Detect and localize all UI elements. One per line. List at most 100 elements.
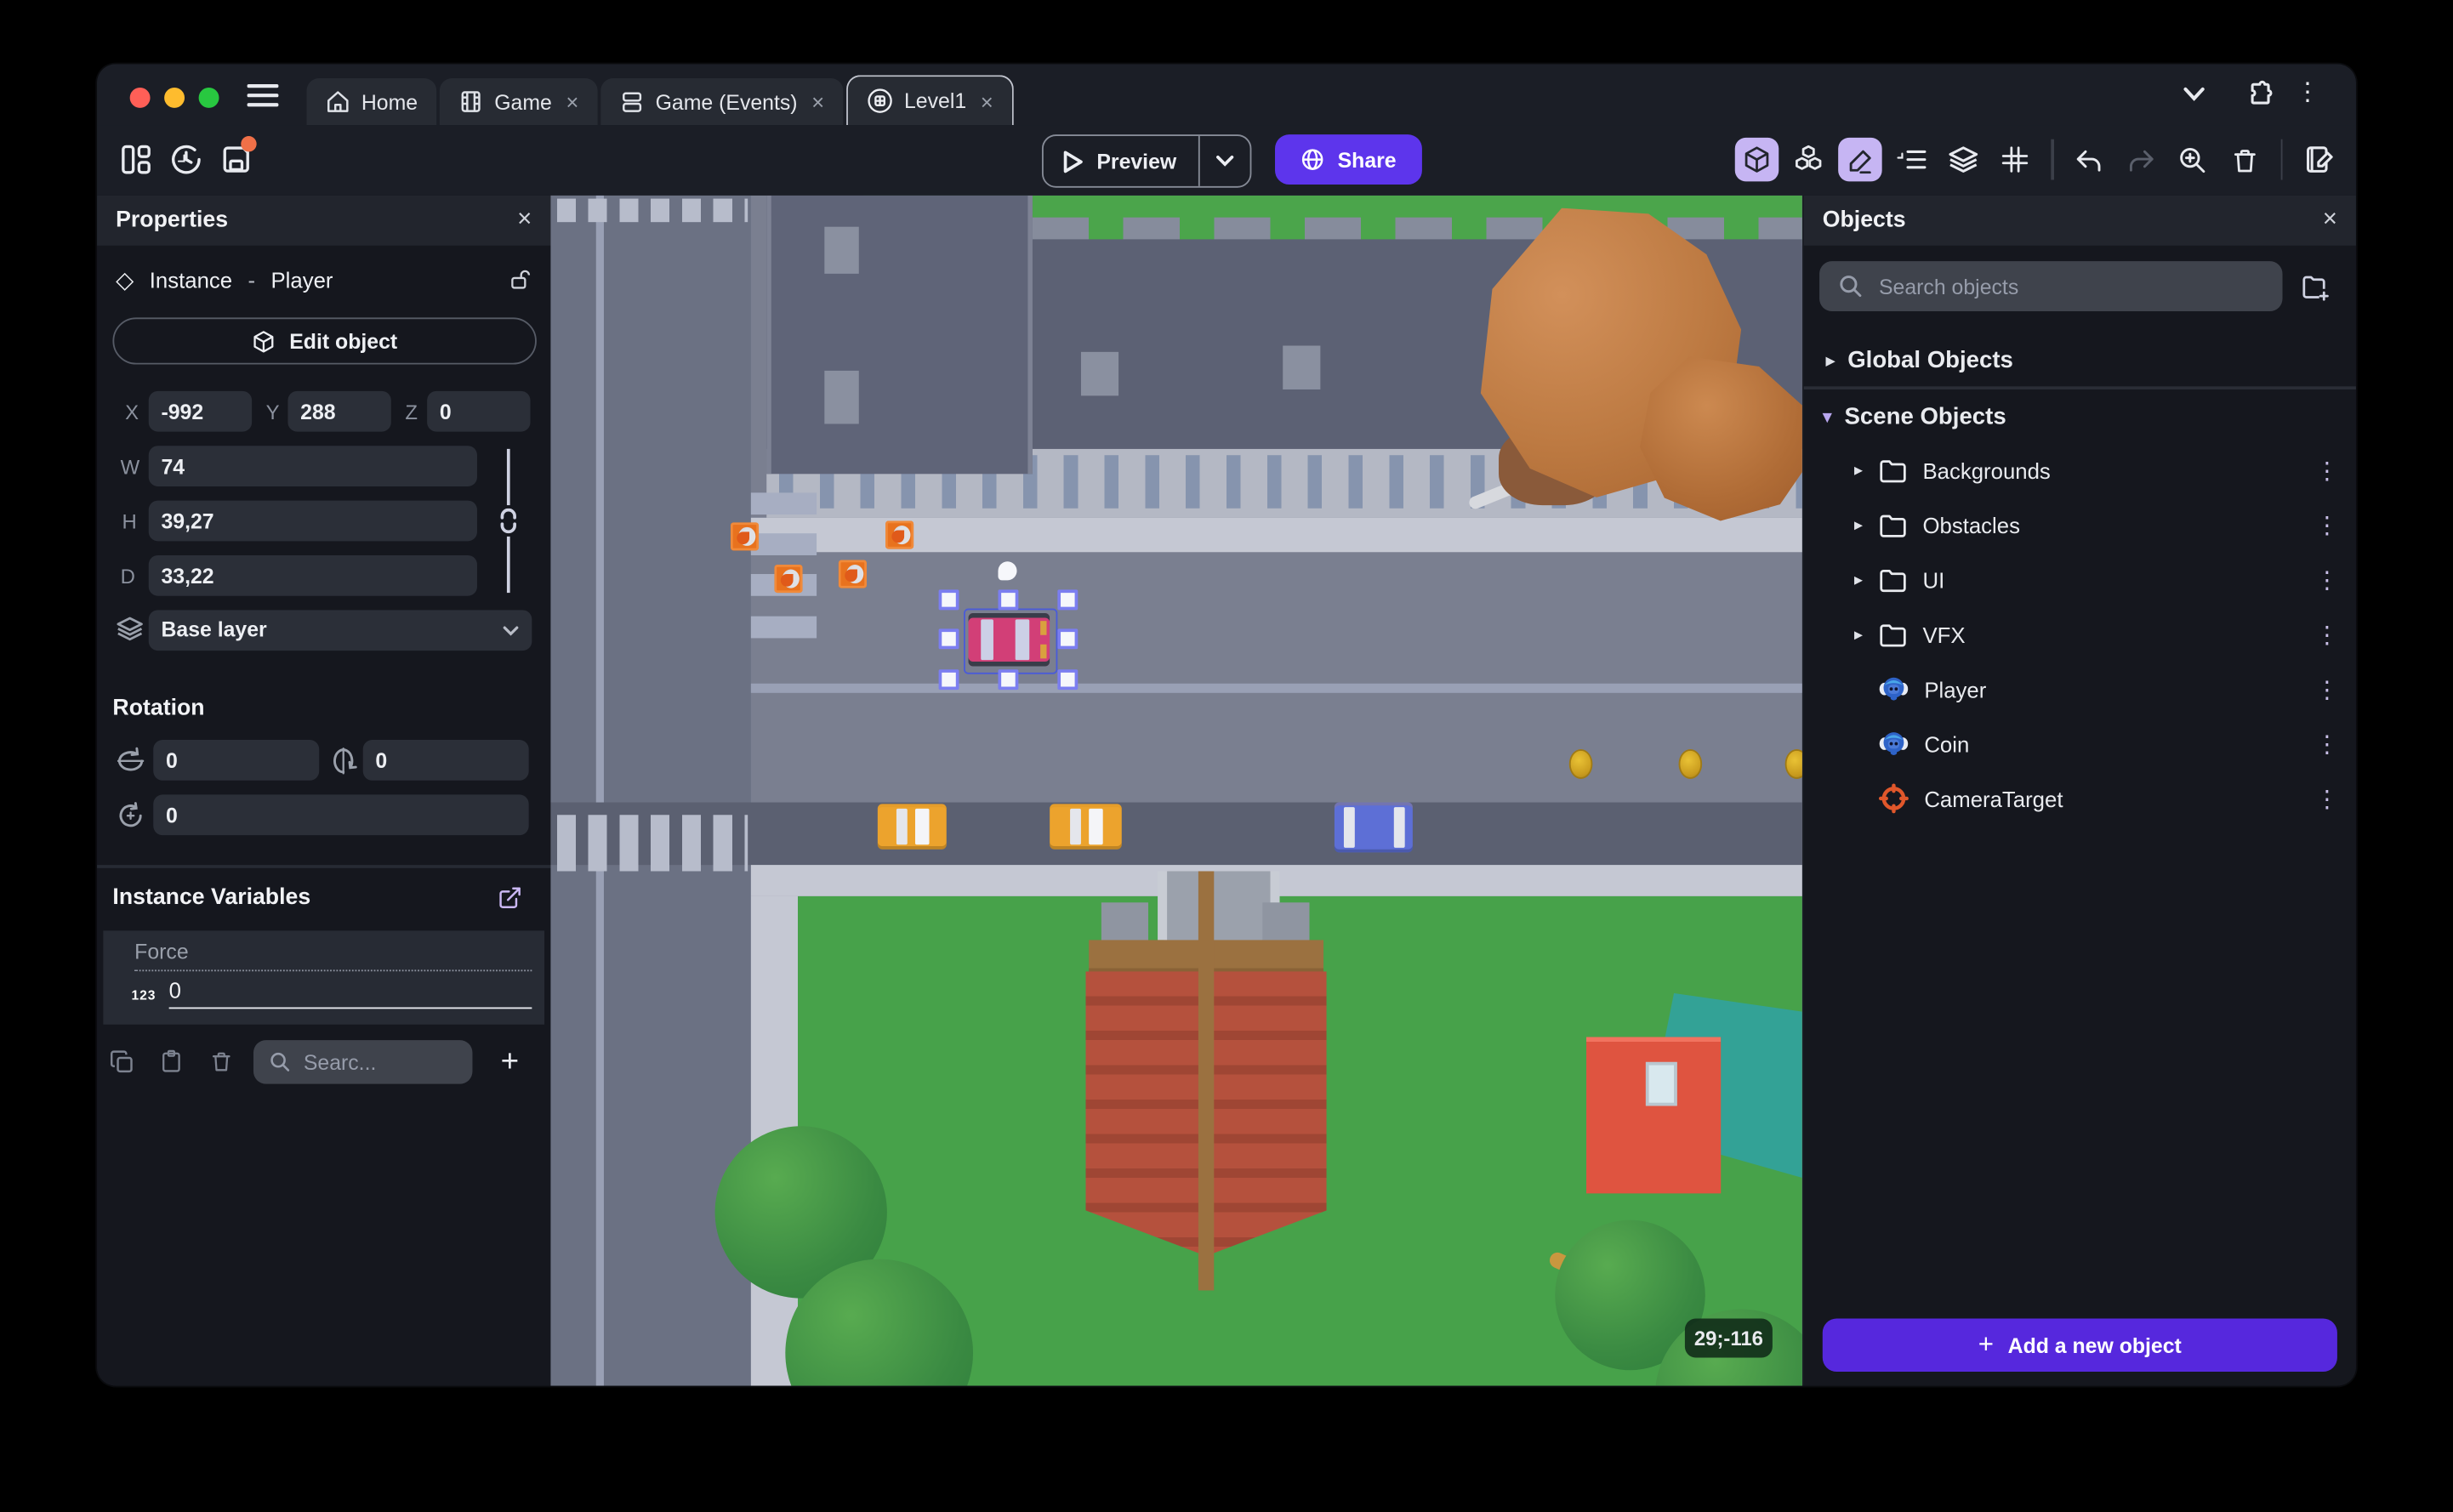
z-input[interactable]	[427, 390, 531, 432]
paste-variable-icon[interactable]	[160, 1048, 184, 1074]
object-row-coin[interactable]: Coin ⋮	[1804, 716, 2356, 770]
d-input[interactable]	[148, 554, 477, 596]
preview-button[interactable]: Preview	[1041, 134, 1252, 188]
window-kebab-menu-icon[interactable]: ⋮	[2295, 77, 2321, 108]
tab-game-events[interactable]: Game (Events) ×	[600, 77, 844, 126]
resize-handle[interactable]	[1057, 589, 1079, 611]
pickup-box-instance[interactable]	[838, 560, 867, 588]
redo-icon[interactable]	[2119, 138, 2163, 182]
resize-handle[interactable]	[938, 589, 959, 611]
object-menu-icon[interactable]: ⋮	[2315, 730, 2340, 758]
version-history-icon[interactable]	[169, 142, 203, 176]
group-scene-objects[interactable]: ▾ Scene Objects	[1804, 389, 2356, 444]
pickup-box-instance[interactable]	[774, 564, 803, 594]
delete-variable-icon[interactable]	[209, 1048, 233, 1074]
rotation-z-input[interactable]	[153, 794, 529, 836]
tab-level1[interactable]: Level1 ×	[845, 75, 1014, 126]
variable-row[interactable]: Force 123 0	[103, 930, 545, 1025]
close-tab-icon[interactable]: ×	[811, 89, 824, 114]
folder-row-vfx[interactable]: ▸ VFX ⋮	[1804, 607, 2356, 662]
autumn-tree-instance[interactable]	[1436, 207, 1802, 521]
object-row-cameratarget[interactable]: CameraTarget ⋮	[1804, 771, 2356, 826]
resize-handle[interactable]	[938, 628, 959, 650]
tower-gray-top[interactable]	[1164, 871, 1274, 946]
open-variables-external-icon[interactable]	[498, 885, 522, 910]
coin-instance[interactable]	[1784, 749, 1802, 779]
preview-options-dropdown[interactable]	[1198, 136, 1250, 186]
main-menu-icon[interactable]	[247, 82, 279, 107]
close-window-button[interactable]	[129, 88, 151, 108]
taxi-instance[interactable]	[1050, 804, 1122, 850]
close-properties-icon[interactable]: ×	[517, 207, 532, 235]
taxi-instance[interactable]	[877, 804, 947, 850]
folder-menu-icon[interactable]: ⋮	[2315, 566, 2340, 594]
scene-properties-icon[interactable]	[2296, 138, 2341, 182]
resize-handle[interactable]	[998, 589, 1019, 611]
extensions-puzzle-icon[interactable]	[2245, 78, 2274, 108]
add-folder-icon[interactable]	[2300, 274, 2330, 302]
x-input[interactable]	[148, 390, 253, 432]
undo-icon[interactable]	[2068, 138, 2112, 182]
rotate-handle[interactable]	[998, 561, 1017, 581]
variables-search[interactable]	[253, 1040, 473, 1084]
zoom-in-icon[interactable]	[2171, 138, 2215, 182]
layers-icon[interactable]	[1942, 138, 1986, 182]
view-3d-toggle-icon[interactable]	[1734, 137, 1779, 182]
variable-value-input[interactable]: 0	[168, 978, 532, 1009]
close-tab-icon[interactable]: ×	[981, 88, 993, 113]
delete-icon[interactable]	[2222, 138, 2267, 182]
building-roof-left[interactable]	[766, 195, 1033, 475]
resize-handle[interactable]	[1057, 628, 1079, 650]
edit-pencil-icon[interactable]	[1838, 137, 1882, 182]
objects-search[interactable]	[1819, 261, 2283, 312]
link-dimensions-icon[interactable]	[496, 508, 521, 534]
w-input[interactable]	[148, 446, 477, 487]
instances-list-icon[interactable]	[1890, 138, 1934, 182]
zoom-window-button[interactable]	[198, 88, 219, 108]
add-new-object-button[interactable]: + Add a new object	[1822, 1318, 2337, 1373]
folder-row-backgrounds[interactable]: ▸ Backgrounds ⋮	[1804, 443, 2356, 497]
object-row-player[interactable]: Player ⋮	[1804, 662, 2356, 716]
folder-row-ui[interactable]: ▸ UI ⋮	[1804, 552, 2356, 606]
blue-car-instance[interactable]	[1334, 802, 1413, 853]
grid-icon[interactable]	[1993, 138, 2037, 182]
resize-handle[interactable]	[1057, 669, 1079, 691]
folder-row-obstacles[interactable]: ▸ Obstacles ⋮	[1804, 497, 2356, 552]
coin-instance[interactable]	[1678, 749, 1703, 779]
minimize-window-button[interactable]	[164, 88, 185, 108]
edit-object-button[interactable]: Edit object	[112, 317, 537, 365]
unlock-icon[interactable]	[509, 268, 532, 293]
tab-game[interactable]: Game ×	[439, 77, 598, 126]
save-icon[interactable]	[219, 136, 257, 176]
rotation-y-input[interactable]	[362, 739, 529, 781]
red-building-wall[interactable]	[1586, 1037, 1722, 1194]
tab-home[interactable]: Home	[306, 77, 437, 126]
window-chevron-down-icon[interactable]	[2183, 86, 2206, 101]
group-global-objects[interactable]: ▸ Global Objects	[1804, 333, 2356, 388]
scene-canvas[interactable]: 29;-116	[550, 195, 1802, 1386]
object-menu-icon[interactable]: ⋮	[2315, 675, 2340, 702]
pickup-box-instance[interactable]	[885, 520, 914, 549]
folder-menu-icon[interactable]: ⋮	[2315, 511, 2340, 538]
resize-handle[interactable]	[998, 669, 1019, 691]
object-menu-icon[interactable]: ⋮	[2315, 784, 2340, 812]
close-tab-icon[interactable]: ×	[566, 89, 578, 114]
resize-handle[interactable]	[938, 669, 959, 691]
folder-menu-icon[interactable]: ⋮	[2315, 620, 2340, 648]
y-input[interactable]	[287, 390, 391, 432]
objects-search-input[interactable]	[1819, 261, 2283, 312]
rotation-x-input[interactable]	[153, 739, 320, 781]
h-input[interactable]	[148, 500, 477, 542]
coin-instance[interactable]	[1568, 749, 1593, 779]
variable-name[interactable]: Force	[134, 940, 532, 972]
copy-variable-icon[interactable]	[110, 1049, 134, 1074]
player-car-instance[interactable]	[968, 613, 1050, 667]
share-button[interactable]: Share	[1275, 134, 1422, 185]
layer-select[interactable]: Base layer	[148, 610, 532, 651]
objects-cubes-icon[interactable]	[1786, 138, 1830, 182]
add-variable-icon[interactable]: +	[501, 1045, 519, 1081]
project-manager-icon[interactable]	[119, 142, 153, 176]
pickup-box-instance[interactable]	[730, 522, 760, 551]
close-objects-icon[interactable]: ×	[2323, 207, 2337, 235]
folder-menu-icon[interactable]: ⋮	[2315, 456, 2340, 484]
